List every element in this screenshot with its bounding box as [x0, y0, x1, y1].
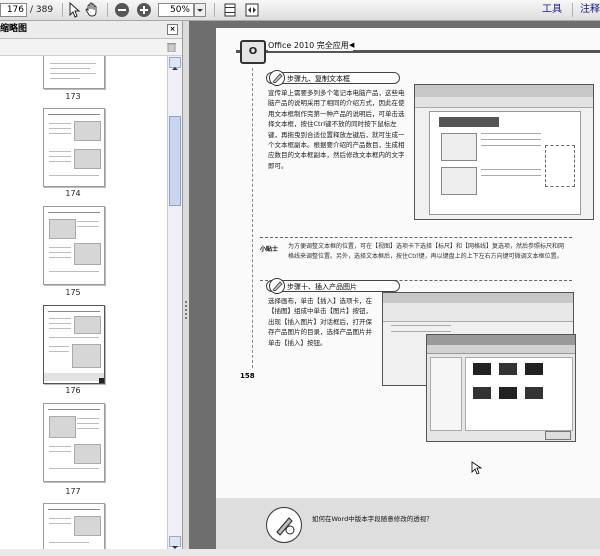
step-title: 步骤九、复制文本框	[287, 75, 350, 83]
pen-icon	[269, 70, 285, 86]
tip-text: 为方便调整文本框的位置，可在【视图】选项卡下选择【标尺】和【网格线】复选项，然后…	[288, 243, 565, 260]
comment-menu[interactable]: 注释	[580, 3, 600, 17]
zoom-level-input[interactable]: 50%	[158, 3, 194, 17]
thumbnails-panel: 缩略图 × 173 174 175 176 177	[0, 21, 183, 549]
chevron-down-icon	[197, 9, 203, 12]
toolbar-divider	[107, 3, 108, 17]
step-heading: 步骤九、复制文本框	[266, 70, 400, 86]
thumbnail-label: 174	[65, 189, 81, 198]
thumbnail-scrollbar[interactable]	[167, 56, 182, 549]
pen-icon	[269, 278, 285, 294]
thumbnails-panel-header: 缩略图 ×	[0, 21, 182, 39]
page-thumbnail[interactable]	[43, 56, 105, 89]
select-arrow-icon[interactable]	[66, 2, 82, 18]
zoom-out-icon[interactable]	[114, 2, 130, 18]
footer-tip-text: 如何在Word中版本字段随意修改的透视？	[312, 515, 433, 523]
fit-width-icon[interactable]	[244, 2, 260, 18]
splitter-grip	[185, 301, 187, 321]
step-title: 步骤十、插入产品图片	[287, 283, 357, 291]
document-viewport[interactable]: O Office 2010 完全应用 ◀ 步骤九、复制文本框 宣传单上需要多列多…	[189, 21, 600, 549]
toolbar-divider	[62, 3, 63, 17]
zoom-dropdown-button[interactable]	[194, 3, 206, 17]
thumbnail-label: 177	[65, 487, 81, 496]
document-page: O Office 2010 完全应用 ◀ 步骤九、复制文本框 宣传单上需要多列多…	[216, 28, 600, 549]
margin-rule	[252, 68, 254, 368]
fit-page-icon[interactable]	[222, 2, 238, 18]
step-paragraph: 宣传单上需要多列多个笔记本电脑产品，这些电脑产品的说明采用了相同的介绍方式，因此…	[268, 89, 405, 170]
step-heading: 步骤十、插入产品图片	[266, 278, 400, 294]
thumbnail-list[interactable]: 173 174 175 176 177	[0, 56, 167, 549]
mouse-cursor-icon	[471, 461, 483, 475]
page-header: O Office 2010 完全应用 ◀	[216, 36, 600, 64]
tools-menu[interactable]: 工具	[542, 3, 562, 17]
scroll-down-button[interactable]	[169, 536, 181, 549]
toolbar-divider	[214, 3, 215, 17]
step-paragraph: 选择画布，单击【插入】选项卡，在【插图】组成中单击【图片】按钮，出现【插入图片】…	[268, 297, 372, 347]
scrollbar-thumb[interactable]	[169, 116, 181, 206]
word-screenshot	[414, 84, 594, 220]
page-thumbnail[interactable]	[43, 206, 105, 285]
page-thumbnail[interactable]	[43, 503, 105, 549]
page-number-input[interactable]: 176	[0, 3, 27, 17]
trash-icon[interactable]	[167, 42, 176, 52]
page-thumbnail[interactable]	[43, 403, 105, 482]
thumbnail-label: 173	[65, 92, 81, 101]
header-arrow-icon: ◀	[349, 41, 355, 49]
chevron-down-icon	[172, 546, 178, 549]
hand-tool-icon[interactable]	[84, 2, 100, 18]
close-panel-button[interactable]: ×	[167, 24, 178, 35]
office-logo: O	[240, 40, 266, 64]
insert-picture-dialog	[426, 334, 576, 442]
page-total-label: / 389	[30, 5, 54, 15]
page-footer: 如何在Word中版本字段随意修改的透视？	[216, 498, 600, 549]
tip-label: 小贴士	[260, 246, 279, 253]
thumbnails-toolbar	[0, 39, 182, 56]
chevron-up-icon	[172, 67, 178, 70]
thumbnail-label: 175	[65, 288, 81, 297]
panel-title: 缩略图	[0, 24, 28, 34]
toolbar: 176 / 389 50% 工具 注释	[0, 0, 600, 21]
scroll-up-button[interactable]	[169, 57, 181, 70]
tip-box: 小贴士 为方便调整文本框的位置，可在【视图】选项卡下选择【标尺】和【网格线】复选…	[260, 237, 572, 281]
page-header-title: Office 2010 完全应用	[268, 40, 353, 51]
page-thumbnail-current[interactable]	[43, 305, 105, 384]
page-number: 158	[240, 372, 255, 380]
thumbnail-label: 176	[65, 386, 81, 395]
page-thumbnail[interactable]	[43, 108, 105, 187]
pen-nib-icon	[266, 507, 302, 543]
toolbar-divider	[572, 3, 573, 17]
zoom-in-icon[interactable]	[136, 2, 152, 18]
